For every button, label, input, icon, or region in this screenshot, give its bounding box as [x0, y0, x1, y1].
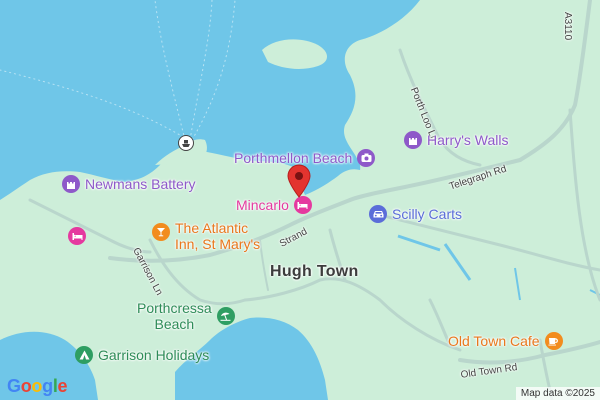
place-label-line1: The Atlantic — [175, 220, 249, 236]
castle-icon — [62, 175, 80, 193]
place-newmans-battery[interactable]: Newmans Battery — [62, 175, 195, 193]
camera-icon — [357, 149, 376, 167]
map-attribution[interactable]: Map data ©2025 — [515, 387, 600, 400]
place-harrys-walls[interactable]: Harry's Walls — [404, 131, 508, 149]
place-label: Harry's Walls — [427, 132, 509, 148]
place-label: Newmans Battery — [85, 176, 196, 192]
place-atlantic-inn[interactable]: The Atlantic Inn, St Mary's — [152, 220, 260, 252]
place-old-town-cafe[interactable]: Old Town Cafe — [448, 332, 563, 350]
location-pin-icon[interactable] — [286, 164, 312, 198]
place-label-line1: Porthcressa — [137, 300, 212, 316]
bed-icon — [68, 227, 86, 245]
ferry-terminal[interactable] — [178, 135, 194, 151]
place-scilly-carts[interactable]: Scilly Carts — [369, 205, 462, 223]
place-hotel[interactable] — [68, 227, 86, 245]
bed-icon — [293, 196, 312, 214]
place-mincarlo[interactable]: Mincarlo — [236, 196, 312, 214]
place-label: Scilly Carts — [392, 206, 463, 222]
google-logo: Google — [7, 376, 68, 396]
place-label-line2: Inn, St Mary's — [175, 236, 261, 252]
coffee-icon — [544, 332, 563, 350]
camping-icon — [75, 346, 93, 364]
place-label-group: The Atlantic Inn, St Mary's — [175, 220, 260, 252]
car-icon — [369, 205, 387, 223]
place-label-line2: Beach — [154, 316, 195, 332]
place-label: Mincarlo — [236, 197, 289, 213]
place-label: Old Town Cafe — [448, 333, 540, 349]
place-label-group: Porthcressa Beach — [137, 300, 212, 332]
road-label-a3110: A3110 — [562, 12, 573, 41]
place-label: Garrison Holidays — [98, 347, 210, 363]
beach-icon — [216, 307, 235, 325]
town-label-hugh-town: Hugh Town — [270, 263, 359, 280]
place-garrison-holidays[interactable]: Garrison Holidays — [75, 346, 209, 364]
cocktail-icon — [152, 223, 170, 241]
map-canvas[interactable]: A3110 Porth Loo Ln Telegraph Rd Strand G… — [0, 0, 600, 400]
ferry-icon — [178, 135, 194, 151]
castle-icon — [404, 131, 422, 149]
place-porthcressa-beach[interactable]: Porthcressa Beach — [137, 300, 235, 332]
